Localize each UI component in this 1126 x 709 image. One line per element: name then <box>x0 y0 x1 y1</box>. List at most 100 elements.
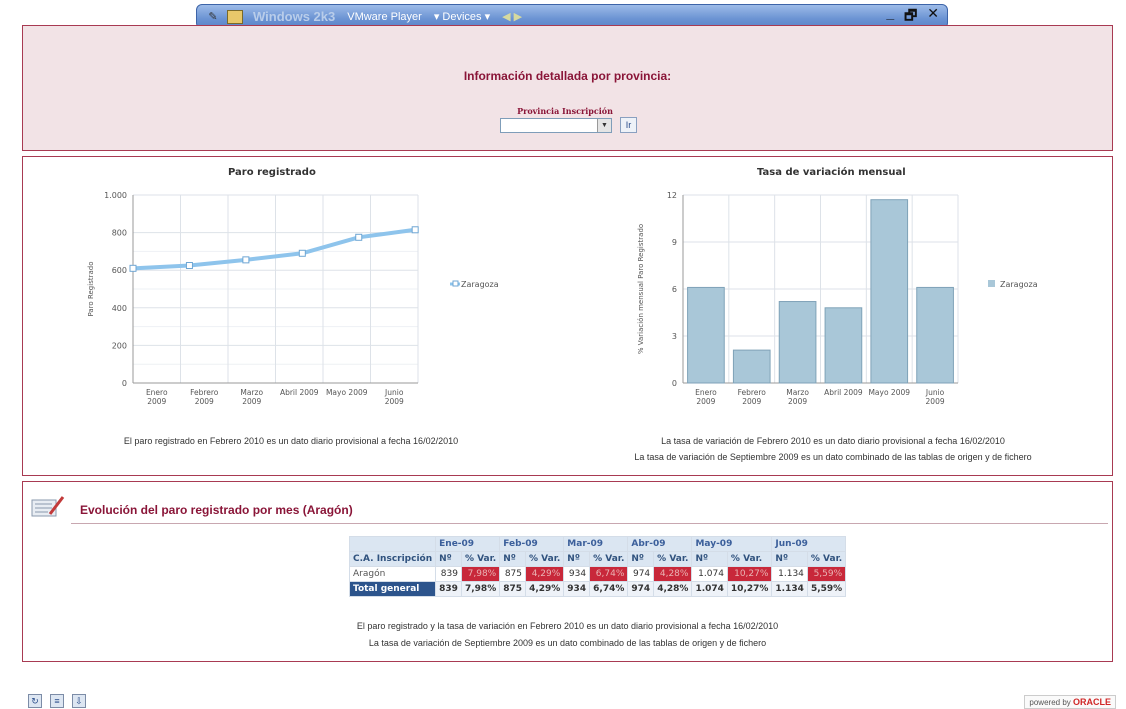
x-tick-label: Enero <box>695 388 717 397</box>
sub-header-row: C.A. Inscripción Nº % Var. Nº % Var. Nº … <box>348 551 847 567</box>
row-label[interactable]: Aragón <box>348 566 437 582</box>
month-header[interactable]: Abr-09 <box>627 536 693 552</box>
table-row: Aragón 839 7,98% 875 4,29% 934 6,74% 974… <box>348 566 847 582</box>
table-note-1: El paro registrado y la tasa de variació… <box>356 621 779 631</box>
x-tick-label: Enero <box>146 388 168 397</box>
y-tick-label: 200 <box>112 341 127 350</box>
cell: 5,59% <box>806 566 847 582</box>
cell: 5,59% <box>806 581 847 597</box>
data-point <box>242 256 250 264</box>
vm-title: Windows 2k3 <box>253 9 336 24</box>
bar <box>824 307 863 384</box>
bar-chart-title: Tasa de variación mensual <box>757 167 906 178</box>
row-header[interactable]: C.A. Inscripción <box>348 551 437 567</box>
y-tick-label: 0 <box>122 379 127 388</box>
month-header[interactable]: Feb-09 <box>499 536 565 552</box>
x-tick-label: Febrero <box>738 388 767 397</box>
cell: 4,29% <box>525 566 565 582</box>
cell: 839 <box>435 566 462 582</box>
report-edit-icon <box>31 496 65 517</box>
y-axis-label: Paro Registrado <box>87 262 95 317</box>
line-chart-note: El paro registrado en Febrero 2010 es un… <box>123 436 459 446</box>
cell: 839 <box>435 581 462 597</box>
charts-panel: Paro registrado 0 200 400 600 800 1.000 Paro R… <box>22 156 1113 476</box>
y-tick-label: 6 <box>672 285 677 294</box>
var-header: % Var. <box>653 551 693 567</box>
navigation-arrows-icon[interactable]: ◀ ▶ <box>502 10 522 23</box>
month-header[interactable]: Mar-09 <box>563 536 629 552</box>
x-tick-label: 2009 <box>788 397 807 406</box>
bar <box>870 199 909 384</box>
x-tick-label: 2009 <box>385 397 404 406</box>
legend-marker <box>452 280 459 287</box>
bar <box>916 286 954 384</box>
x-tick-label: Marzo <box>240 388 263 397</box>
cell: 934 <box>563 566 591 582</box>
cell: 6,74% <box>589 566 629 582</box>
bar-chart-note-1: La tasa de variación de Febrero 2010 es … <box>661 436 1005 446</box>
var-header: % Var. <box>726 551 773 567</box>
y-tick-label: 800 <box>112 229 127 238</box>
cell: 875 <box>499 566 527 582</box>
province-panel: Información detallada por provincia: Pro… <box>22 25 1113 151</box>
line-chart: 02004006008001.000Paro RegistradoEnero20… <box>87 191 498 406</box>
count-header: Nº <box>627 551 655 567</box>
cell: 10,27% <box>726 581 773 597</box>
month-header[interactable]: Jun-09 <box>771 536 847 552</box>
x-tick-label: Abril 2009 <box>824 388 863 397</box>
y-tick-label: 12 <box>667 191 677 200</box>
total-label: Total general <box>348 581 437 597</box>
powered-by-text: powered by <box>1029 698 1071 707</box>
cell: 4,29% <box>525 581 565 597</box>
export-icon[interactable]: ⇩ <box>72 694 86 708</box>
cell: 1.134 <box>771 566 808 582</box>
devices-menu[interactable]: ▾ Devices ▾ <box>434 10 490 23</box>
series-line <box>132 227 416 271</box>
x-tick-label: Mayo 2009 <box>868 388 910 397</box>
cell: 974 <box>627 581 655 597</box>
bar-chart: 0 3 6 9 12 % Variación mensual Paro Registrad… <box>637 191 1038 406</box>
table-note-2: La tasa de variación de Septiembre 2009 … <box>368 638 767 648</box>
bar <box>687 286 725 384</box>
data-point <box>185 262 193 269</box>
print-icon[interactable]: ≡ <box>50 694 64 708</box>
corner-cell <box>348 536 437 552</box>
var-header: % Var. <box>806 551 847 567</box>
go-button[interactable]: Ir <box>620 117 637 133</box>
y-tick-label: 1.000 <box>104 191 127 200</box>
province-select[interactable]: ▼ <box>500 118 612 133</box>
dropdown-arrow-icon[interactable]: ▼ <box>597 119 611 132</box>
evolution-panel: Evolución del paro registrado por mes (A… <box>22 481 1113 662</box>
vmware-player-menu[interactable]: VMware Player <box>347 11 422 23</box>
pivot-table: Ene-09 Feb-09 Mar-09 Abr-09 May-09 Jun-0… <box>348 536 847 597</box>
legend-swatch <box>988 280 995 287</box>
var-header: % Var. <box>589 551 629 567</box>
oracle-badge: powered by ORACLE <box>1024 695 1116 709</box>
x-tick-label: 2009 <box>195 397 214 406</box>
cell: 934 <box>563 581 591 597</box>
computer-icon[interactable] <box>227 9 243 24</box>
data-point <box>355 233 363 241</box>
line-chart-title: Paro registrado <box>228 167 316 178</box>
data-point <box>129 264 137 272</box>
cell: 10,27% <box>726 566 773 582</box>
x-tick-label: Junio <box>925 388 945 397</box>
count-header: Nº <box>563 551 591 567</box>
month-header[interactable]: May-09 <box>691 536 773 552</box>
pin-icon[interactable]: ✎ <box>205 10 221 23</box>
data-point <box>298 249 306 257</box>
section-title: Evolución del paro registrado por mes (A… <box>80 503 353 517</box>
count-header: Nº <box>435 551 462 567</box>
refresh-icon[interactable]: ↻ <box>28 694 42 708</box>
cell: 1.134 <box>771 581 808 597</box>
x-tick-label: 2009 <box>242 397 261 406</box>
y-tick-label: 3 <box>672 332 677 341</box>
x-tick-label: 2009 <box>147 397 166 406</box>
y-tick-label: 0 <box>672 379 677 388</box>
x-tick-label: Febrero <box>190 388 219 397</box>
count-header: Nº <box>771 551 808 567</box>
y-tick-label: 600 <box>112 266 127 275</box>
y-axis-label: % Variación mensual Paro Registrado <box>637 224 645 354</box>
month-header[interactable]: Ene-09 <box>435 536 501 552</box>
cell: 4,28% <box>653 581 693 597</box>
